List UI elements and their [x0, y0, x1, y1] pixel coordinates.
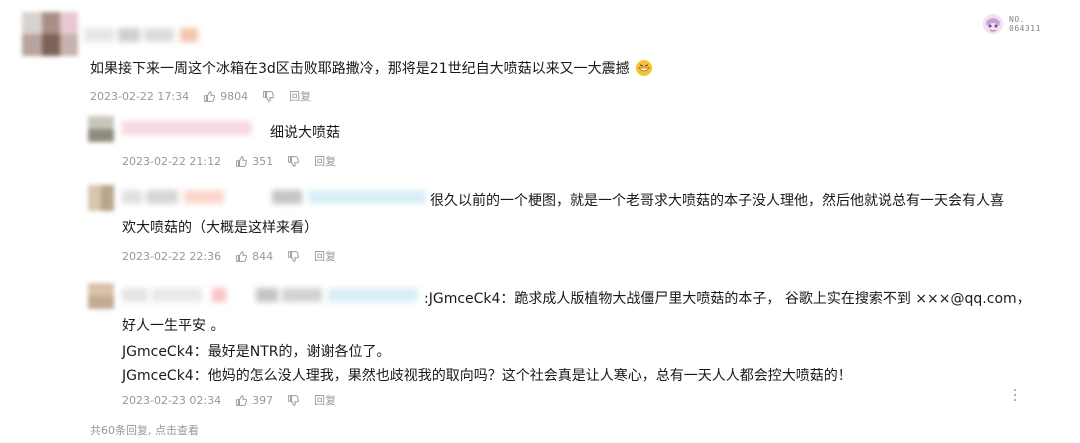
reply-username-redacted[interactable]	[122, 187, 427, 207]
badge-character-icon	[983, 14, 1003, 34]
reply-meta: 2023-02-23 02:34 397 回复	[122, 392, 336, 408]
dislike-button[interactable]	[287, 155, 300, 168]
comment-meta: 2023-02-22 17:34 9804 回复	[90, 88, 311, 104]
like-button[interactable]: 9804	[203, 90, 248, 103]
reply-button[interactable]: 回复	[314, 248, 336, 264]
reply-text-line1: :JGmceCk4：跪求成人版植物大战僵尸里大喷菇的本子， 谷歌上实在搜索不到 …	[424, 291, 1031, 307]
dislike-button[interactable]	[287, 250, 300, 263]
reply-button[interactable]: 回复	[314, 153, 336, 169]
badge-number: 064311	[1009, 24, 1041, 33]
thumb-down-icon	[263, 90, 275, 102]
grin-emoji-icon	[636, 60, 653, 76]
reply-username-redacted[interactable]	[122, 119, 252, 137]
reply-date: 2023-02-22 22:36	[122, 249, 222, 263]
reply-button[interactable]: 回复	[289, 88, 311, 104]
like-button[interactable]: 844	[235, 250, 273, 263]
comment-date: 2023-02-22 17:34	[90, 89, 190, 103]
more-options-icon[interactable]	[1012, 389, 1018, 403]
like-count: 397	[252, 393, 274, 407]
thumb-down-icon	[288, 394, 300, 406]
view-all-replies-link[interactable]: 共60条回复, 点击查看	[90, 422, 199, 438]
thumb-up-icon	[236, 394, 248, 406]
reply-text-line2: 好人一生平安 。	[122, 318, 225, 334]
like-count: 9804	[220, 89, 249, 103]
comment-text-content: 如果接下来一周这个冰箱在3d区击败耶路撒冷，那将是21世纪自大喷菇以来又一大震撼	[90, 61, 630, 77]
badge-label: NO.	[1009, 15, 1025, 24]
reply-avatar[interactable]	[88, 283, 114, 309]
reply-date: 2023-02-22 21:12	[122, 154, 222, 168]
dislike-button[interactable]	[262, 90, 275, 103]
like-count: 844	[252, 249, 274, 263]
fan-badge[interactable]: NO. 064311	[981, 12, 1041, 36]
like-button[interactable]: 397	[235, 394, 273, 407]
reply-text: 细说大喷菇	[270, 125, 340, 141]
reply-meta: 2023-02-22 21:12 351 回复	[122, 153, 336, 169]
like-button[interactable]: 351	[235, 155, 273, 168]
thumb-down-icon	[288, 155, 300, 167]
thumb-up-icon	[204, 90, 216, 102]
reply-username-redacted[interactable]	[122, 285, 422, 305]
comment-text: 如果接下来一周这个冰箱在3d区击败耶路撒冷，那将是21世纪自大喷菇以来又一大震撼	[90, 59, 653, 78]
thumb-up-icon	[236, 155, 248, 167]
like-count: 351	[252, 154, 274, 168]
reply-avatar[interactable]	[88, 116, 114, 142]
thumb-down-icon	[288, 250, 300, 262]
dislike-button[interactable]	[287, 394, 300, 407]
username-redacted[interactable]	[84, 28, 214, 42]
reply-text-line4: JGmceCk4：他妈的怎么没人理我，果然也歧视我的取向吗？这个社会真是让人寒心…	[122, 368, 852, 384]
thumb-up-icon	[236, 250, 248, 262]
reply-meta: 2023-02-22 22:36 844 回复	[122, 248, 336, 264]
reply-avatar[interactable]	[88, 185, 114, 211]
reply-text-line1: 很久以前的一个梗图，就是一个老哥求大喷菇的本子没人理他，然后他就说总有一天会有人…	[430, 193, 1004, 209]
avatar[interactable]	[22, 12, 78, 56]
reply-button[interactable]: 回复	[314, 392, 336, 408]
reply-date: 2023-02-23 02:34	[122, 393, 222, 407]
reply-text-line3: JGmceCk4：最好是NTR的，谢谢各位了。	[122, 344, 391, 360]
reply-text-line2: 欢大喷菇的（大概是这样来看）	[122, 220, 318, 236]
